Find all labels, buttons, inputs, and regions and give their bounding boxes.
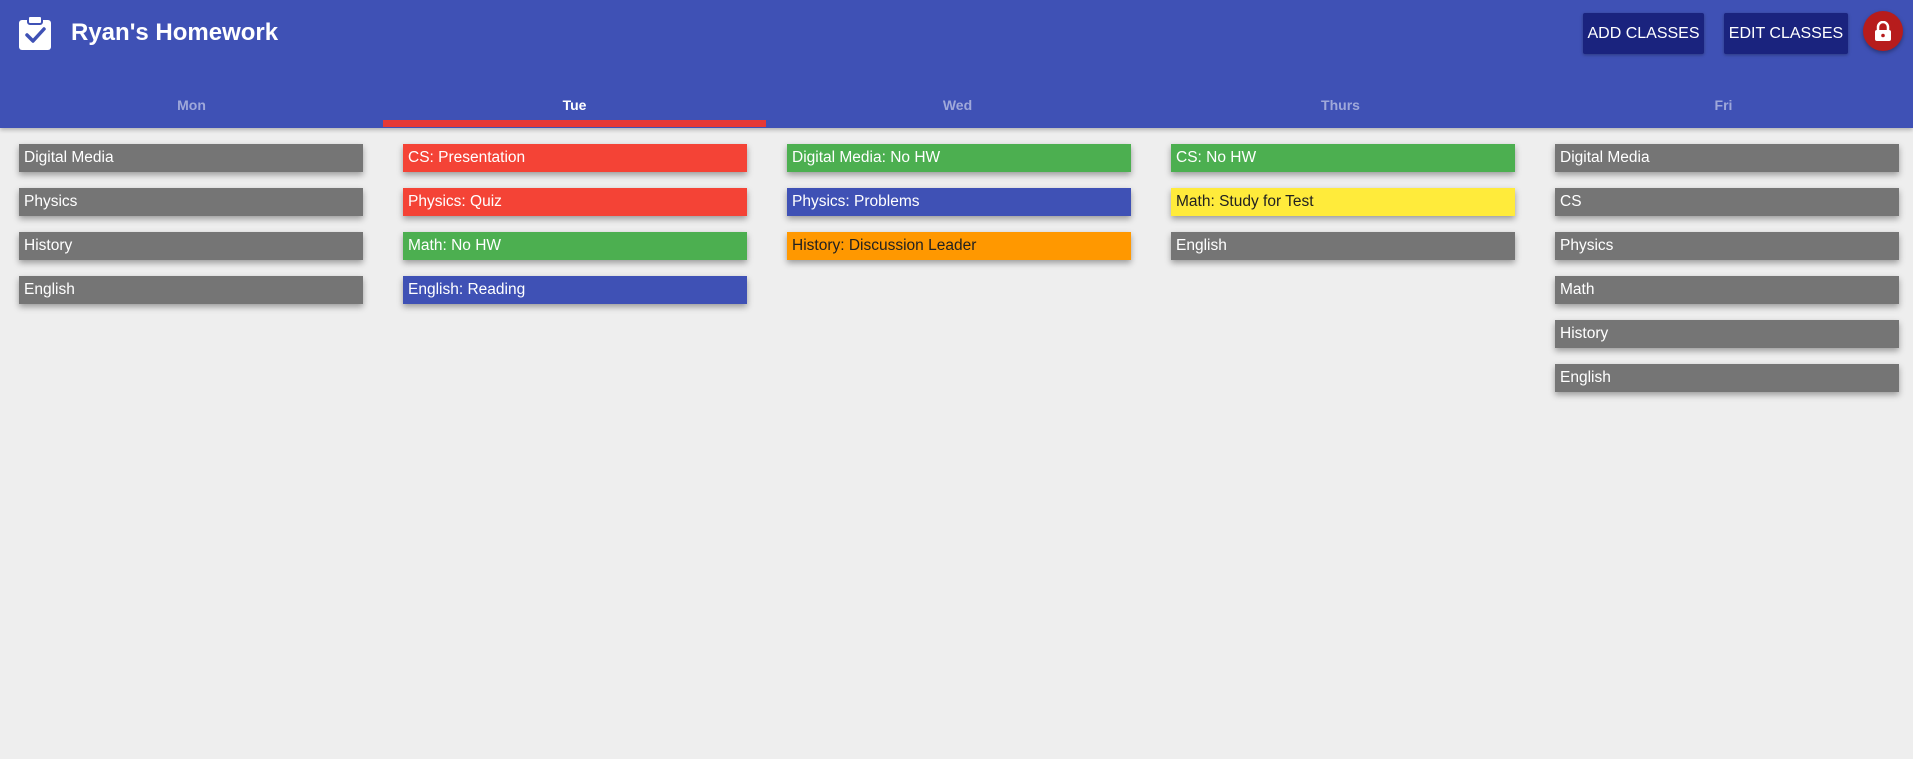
homework-card[interactable]: History: Discussion Leader xyxy=(787,232,1131,260)
homework-card[interactable]: CS: Presentation xyxy=(403,144,747,172)
homework-card[interactable]: CS xyxy=(1555,188,1899,216)
lock-button[interactable] xyxy=(1863,11,1903,51)
homework-card[interactable]: Math xyxy=(1555,276,1899,304)
homework-card[interactable]: Digital Media: No HW xyxy=(787,144,1131,172)
app-title: Ryan's Homework xyxy=(71,19,279,46)
homework-card[interactable]: English xyxy=(1555,364,1899,392)
homework-card[interactable]: English: Reading xyxy=(403,276,747,304)
homework-card[interactable]: Physics xyxy=(1555,232,1899,260)
tab-mon[interactable]: Mon xyxy=(0,84,383,128)
add-classes-button[interactable]: ADD CLASSES xyxy=(1583,13,1704,54)
day-column-wed: Digital Media: No HW Physics: Problems His… xyxy=(787,144,1131,276)
day-column-tue: CS: Presentation Physics: Quiz Math: No HW… xyxy=(403,144,747,320)
homework-card[interactable]: Physics xyxy=(19,188,363,216)
day-tabs: Mon Tue Wed Thurs Fri xyxy=(0,84,1913,128)
homework-card[interactable]: History xyxy=(1555,320,1899,348)
app-bar: Ryan's Homework ADD CLASSES EDIT CLASSES… xyxy=(0,0,1913,128)
homework-card[interactable]: CS: No HW xyxy=(1171,144,1515,172)
tab-fri[interactable]: Fri xyxy=(1532,84,1913,128)
homework-card[interactable]: Digital Media xyxy=(1555,144,1899,172)
tab-thurs[interactable]: Thurs xyxy=(1149,84,1532,128)
homework-card[interactable]: History xyxy=(19,232,363,260)
homework-card[interactable]: Math: Study for Test xyxy=(1171,188,1515,216)
lock-icon xyxy=(1875,21,1891,41)
homework-card[interactable]: Digital Media xyxy=(19,144,363,172)
day-column-fri: Digital Media CS Physics Math History English xyxy=(1555,144,1899,408)
edit-classes-button[interactable]: EDIT CLASSES xyxy=(1724,13,1848,54)
homework-card[interactable]: Physics: Quiz xyxy=(403,188,747,216)
active-tab-indicator xyxy=(383,120,766,127)
clipboard-check-icon xyxy=(19,15,51,50)
tab-wed[interactable]: Wed xyxy=(766,84,1149,128)
homework-card[interactable]: English xyxy=(1171,232,1515,260)
homework-card[interactable]: English xyxy=(19,276,363,304)
day-column-mon: Digital Media Physics History English xyxy=(19,144,363,320)
homework-card[interactable]: Math: No HW xyxy=(403,232,747,260)
day-column-thurs: CS: No HW Math: Study for Test English xyxy=(1171,144,1515,276)
homework-card[interactable]: Physics: Problems xyxy=(787,188,1131,216)
